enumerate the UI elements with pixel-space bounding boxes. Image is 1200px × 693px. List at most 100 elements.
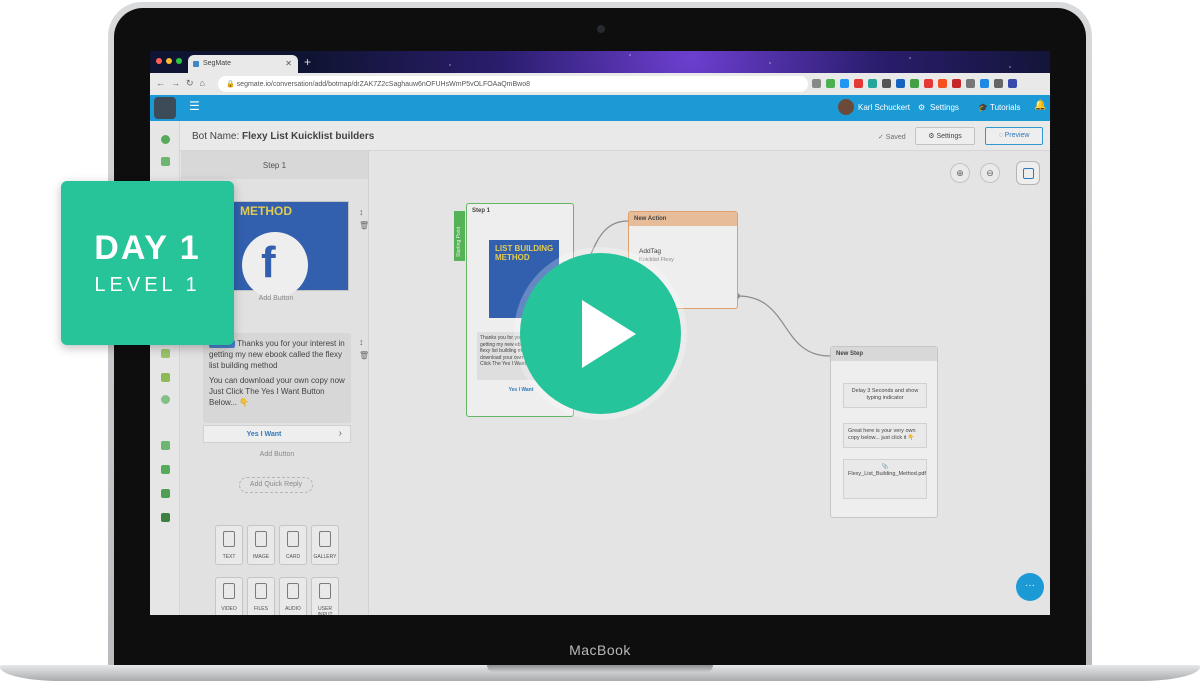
day-level-badge: DAY 1 LEVEL 1	[61, 181, 234, 345]
trash-icon[interactable]: 🗑	[359, 351, 369, 360]
bot-name: Bot Name: Flexy List Kuicklist builders	[192, 131, 374, 142]
saved-status: ✓ Saved	[878, 134, 906, 141]
text-message-card[interactable]: Thanks you for your interest in getting …	[203, 333, 351, 423]
extension-icon[interactable]	[952, 79, 961, 88]
webcam	[597, 25, 605, 33]
drag-handle-icon[interactable]: ↕	[359, 207, 364, 217]
sidebar-icon[interactable]	[161, 513, 170, 522]
back-icon[interactable]: ←	[156, 78, 171, 88]
maximize-window-button[interactable]	[176, 58, 182, 64]
header-settings-link[interactable]: Settings	[930, 103, 959, 112]
extension-icon[interactable]	[896, 79, 905, 88]
close-tab-icon[interactable]: ✕	[285, 59, 292, 68]
tab-title: SegMate	[203, 60, 232, 67]
reload-icon[interactable]: ↻	[186, 78, 200, 88]
chevron-right-icon[interactable]: ›	[339, 428, 342, 439]
play-button[interactable]	[520, 253, 681, 414]
laptop-notch	[487, 665, 713, 672]
badge-level: LEVEL 1	[94, 274, 201, 296]
extension-icon[interactable]	[882, 79, 891, 88]
hamburger-menu-icon[interactable]: ☰	[189, 99, 200, 113]
great-text-block: Great here is your very own copy below..…	[843, 423, 927, 448]
tool-text[interactable]: TEXT	[215, 525, 243, 565]
extension-icon[interactable]	[840, 79, 849, 88]
starting-point-label[interactable]: Starting Point	[454, 211, 465, 261]
browser-tabbar: SegMate ✕ +	[150, 51, 1050, 73]
bell-icon[interactable]: 🔔	[1034, 100, 1046, 111]
extension-icon[interactable]	[826, 79, 835, 88]
extension-icon[interactable]	[868, 79, 877, 88]
add-quick-reply-button[interactable]: Add Quick Reply	[239, 477, 313, 493]
browser-tab[interactable]: SegMate ✕	[188, 55, 298, 73]
step1-title: Step 1	[472, 208, 491, 214]
image-icon	[255, 531, 267, 547]
flow-canvas[interactable]: ⊕ ⊖ Starting Point Step 1 LIST BUILDING …	[370, 151, 1050, 615]
sidebar-icon[interactable]	[161, 349, 170, 358]
paperclip-icon: 📎	[881, 464, 889, 470]
sidebar-icon[interactable]	[161, 157, 170, 166]
new-action-title: New Action	[629, 212, 737, 226]
promo-stage: SegMate ✕ + ←→↻⌂ 🔒 segmate.io/conversati…	[0, 0, 1200, 693]
extension-icons	[812, 79, 1017, 88]
new-step-title: New Step	[831, 347, 937, 361]
gear-icon[interactable]: ⚙	[918, 103, 925, 112]
tool-user-input[interactable]: USER INPUT	[311, 577, 339, 615]
tool-video[interactable]: VIDEO	[215, 577, 243, 615]
profile-icon[interactable]	[1008, 79, 1017, 88]
segmate-logo-icon	[154, 97, 176, 119]
tool-gallery[interactable]: GALLERY	[311, 525, 339, 565]
drag-handle-icon[interactable]: ↕	[359, 337, 364, 347]
bot-name-value[interactable]: Flexy List Kuicklist builders	[242, 131, 374, 142]
forward-icon[interactable]: →	[171, 78, 186, 88]
tool-card[interactable]: CARD	[279, 525, 307, 565]
user-name[interactable]: Karl Schuckert	[858, 103, 910, 112]
tool-audio[interactable]: AUDIO	[279, 577, 307, 615]
nav-buttons: ←→↻⌂	[156, 78, 211, 89]
graduation-cap-icon[interactable]: 🎓	[978, 103, 988, 112]
minimize-window-button[interactable]	[166, 58, 172, 64]
yes-button-label: Yes I Want	[246, 431, 282, 438]
sidebar-icon[interactable]	[161, 489, 170, 498]
file-name: Flexy_List_Building_Method.pdf	[848, 471, 926, 478]
gallery-icon	[319, 531, 331, 547]
panel-title: Step 1	[181, 151, 368, 179]
extension-icon[interactable]	[938, 79, 947, 88]
add-tag-value: Kuicklist Flexy	[639, 257, 674, 263]
extension-icon[interactable]	[910, 79, 919, 88]
files-icon	[255, 583, 267, 599]
user-input-icon	[319, 583, 331, 599]
home-icon[interactable]: ⌂	[200, 78, 211, 88]
extension-icon[interactable]	[854, 79, 863, 88]
dashboard-icon[interactable]	[161, 135, 170, 144]
settings-button[interactable]: ⚙ Settings	[915, 127, 975, 145]
tool-image[interactable]: IMAGE	[247, 525, 275, 565]
user-avatar[interactable]	[838, 99, 854, 115]
extension-icon[interactable]	[966, 79, 975, 88]
sidebar-icon[interactable]	[161, 373, 170, 382]
yes-i-want-button[interactable]: Yes I Want ›	[203, 425, 351, 443]
add-button-link-2[interactable]: Add Button	[203, 451, 351, 458]
url-field[interactable]: 🔒 segmate.io/conversation/add/botmap/drZ…	[218, 76, 808, 92]
tool-files[interactable]: FILES	[247, 577, 275, 615]
refresh-icon[interactable]	[161, 395, 170, 404]
close-window-button[interactable]	[156, 58, 162, 64]
header-tutorials-link[interactable]: Tutorials	[990, 103, 1020, 112]
new-step-node[interactable]: New Step Delay 3 Seconds and show typing…	[830, 346, 938, 518]
new-tab-icon[interactable]: +	[304, 55, 311, 69]
extension-icon[interactable]	[924, 79, 933, 88]
connector-action-newstep	[737, 295, 831, 357]
message-text-2: You can download your own copy now Just …	[209, 376, 345, 407]
macbook-label: MacBook	[569, 642, 631, 658]
sidebar-icon[interactable]	[161, 441, 170, 450]
video-icon	[223, 583, 235, 599]
file-block: 📎 Flexy_List_Building_Method.pdf	[843, 459, 927, 499]
puzzle-icon[interactable]	[994, 79, 1003, 88]
sidebar-icon[interactable]	[161, 465, 170, 474]
chat-bubble-icon[interactable]: ···	[1016, 573, 1044, 601]
bot-name-label: Bot Name:	[192, 131, 240, 142]
trash-icon[interactable]: 🗑	[359, 221, 369, 230]
preview-button[interactable]: ◌ Preview	[985, 127, 1043, 145]
add-tag-label: AddTag	[639, 248, 662, 255]
extension-icon[interactable]	[980, 79, 989, 88]
star-icon[interactable]	[812, 79, 821, 88]
